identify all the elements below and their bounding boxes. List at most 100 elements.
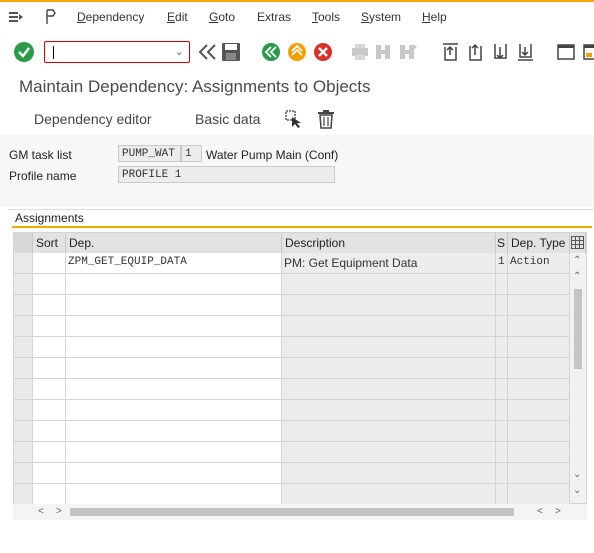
- basic-data-button[interactable]: Basic data: [195, 111, 260, 127]
- shortcut-icon[interactable]: [582, 42, 594, 64]
- menu-edit[interactable]: Edit: [167, 10, 188, 24]
- column-header-s[interactable]: S: [496, 233, 508, 253]
- dep-type-cell[interactable]: [508, 379, 570, 400]
- scroll-down-icon[interactable]: ⌄: [573, 485, 581, 496]
- description-cell[interactable]: [282, 337, 496, 358]
- column-header-dependency[interactable]: Dep.: [66, 233, 282, 253]
- dep-type-cell[interactable]: [508, 358, 570, 379]
- dep-type-cell[interactable]: [508, 337, 570, 358]
- back-icon[interactable]: [260, 41, 282, 63]
- dependency-cell[interactable]: [66, 400, 282, 421]
- sort-cell[interactable]: [33, 379, 66, 400]
- sort-cell[interactable]: [33, 274, 66, 295]
- sort-cell[interactable]: [33, 358, 66, 379]
- dependency-cell[interactable]: [66, 463, 282, 484]
- dependency-cell[interactable]: [66, 358, 282, 379]
- vertical-scrollbar[interactable]: ⌃ ⌃ ⌄ ⌄: [570, 253, 586, 503]
- task-list-counter-field[interactable]: 1: [181, 145, 202, 162]
- scroll-left-icon[interactable]: <: [38, 506, 44, 517]
- delete-icon[interactable]: [317, 109, 335, 129]
- status-cell[interactable]: [496, 358, 508, 379]
- dependency-cell[interactable]: [66, 274, 282, 295]
- scroll-right-icon[interactable]: >: [56, 506, 62, 517]
- status-cell[interactable]: [496, 274, 508, 295]
- sort-cell[interactable]: [33, 463, 66, 484]
- dep-type-cell[interactable]: [508, 316, 570, 337]
- dependency-cell[interactable]: [66, 295, 282, 316]
- dependency-cell[interactable]: [66, 484, 282, 505]
- row-selector[interactable]: [14, 463, 33, 484]
- sort-cell[interactable]: [33, 337, 66, 358]
- first-page-icon[interactable]: [440, 42, 462, 64]
- task-list-field[interactable]: PUMP_WAT: [118, 145, 181, 162]
- sort-cell[interactable]: [33, 316, 66, 337]
- scroll-left-end-icon[interactable]: <: [537, 506, 543, 517]
- description-cell[interactable]: PM: Get Equipment Data: [282, 253, 496, 274]
- scroll-thumb[interactable]: [574, 289, 582, 369]
- select-item-icon[interactable]: [284, 109, 304, 129]
- sort-cell[interactable]: [33, 442, 66, 463]
- new-session-icon[interactable]: [556, 42, 578, 64]
- row-selector[interactable]: [14, 442, 33, 463]
- sort-cell[interactable]: [33, 295, 66, 316]
- column-header-dep-type[interactable]: Dep. Type: [508, 233, 570, 253]
- chevron-down-icon[interactable]: ⌄: [175, 45, 184, 58]
- menu-goto[interactable]: Goto: [209, 10, 235, 24]
- profile-field[interactable]: PROFILE 1: [118, 166, 335, 183]
- dep-type-cell[interactable]: [508, 421, 570, 442]
- menu-tools[interactable]: Tools: [312, 10, 340, 24]
- column-header-description[interactable]: Description: [282, 233, 496, 253]
- description-cell[interactable]: [282, 400, 496, 421]
- dependency-cell[interactable]: [66, 442, 282, 463]
- dependency-cell[interactable]: ZPM_GET_EQUIP_DATA: [66, 253, 282, 274]
- row-selector[interactable]: [14, 295, 33, 316]
- description-cell[interactable]: [282, 274, 496, 295]
- menu-dependency[interactable]: Dependency: [77, 10, 144, 24]
- next-page-icon[interactable]: [490, 42, 512, 64]
- status-cell[interactable]: [496, 484, 508, 505]
- status-cell[interactable]: [496, 442, 508, 463]
- customize-layout-icon[interactable]: [44, 9, 58, 25]
- description-cell[interactable]: [282, 442, 496, 463]
- dependency-editor-button[interactable]: Dependency editor: [34, 111, 152, 127]
- status-cell[interactable]: [496, 337, 508, 358]
- status-cell[interactable]: [496, 379, 508, 400]
- description-cell[interactable]: [282, 358, 496, 379]
- description-cell[interactable]: [282, 295, 496, 316]
- menu-toggle-icon[interactable]: [8, 10, 24, 24]
- dep-type-cell[interactable]: [508, 442, 570, 463]
- command-field[interactable]: ⌄: [44, 41, 190, 63]
- h-scroll-thumb[interactable]: [70, 508, 514, 516]
- double-left-icon[interactable]: [197, 42, 219, 64]
- scroll-right-end-icon[interactable]: >: [555, 506, 561, 517]
- confirm-icon[interactable]: [13, 41, 35, 63]
- menu-system[interactable]: System: [361, 10, 401, 24]
- row-selector[interactable]: [14, 400, 33, 421]
- row-selector[interactable]: [14, 379, 33, 400]
- sort-cell[interactable]: [33, 400, 66, 421]
- status-cell[interactable]: [496, 400, 508, 421]
- dep-type-cell[interactable]: [508, 274, 570, 295]
- menu-help[interactable]: Help: [422, 10, 447, 24]
- last-page-icon[interactable]: [515, 42, 537, 64]
- page-up-icon[interactable]: ⌃: [573, 271, 581, 282]
- row-selector[interactable]: [14, 484, 33, 505]
- status-cell[interactable]: [496, 316, 508, 337]
- exit-icon[interactable]: [286, 41, 308, 63]
- row-selector[interactable]: [14, 274, 33, 295]
- dependency-cell[interactable]: [66, 379, 282, 400]
- save-icon[interactable]: [221, 42, 243, 64]
- description-cell[interactable]: [282, 316, 496, 337]
- sort-cell[interactable]: [33, 253, 66, 274]
- row-selector[interactable]: [14, 253, 33, 274]
- menu-extras[interactable]: Extras: [257, 10, 291, 24]
- status-cell[interactable]: [496, 295, 508, 316]
- previous-page-icon[interactable]: [465, 42, 487, 64]
- dependency-cell[interactable]: [66, 421, 282, 442]
- page-down-icon[interactable]: ⌄: [573, 469, 581, 480]
- table-settings-icon[interactable]: [570, 233, 586, 253]
- description-cell[interactable]: [282, 379, 496, 400]
- row-selector[interactable]: [14, 421, 33, 442]
- scroll-up-icon[interactable]: ⌃: [573, 255, 581, 266]
- dependency-cell[interactable]: [66, 337, 282, 358]
